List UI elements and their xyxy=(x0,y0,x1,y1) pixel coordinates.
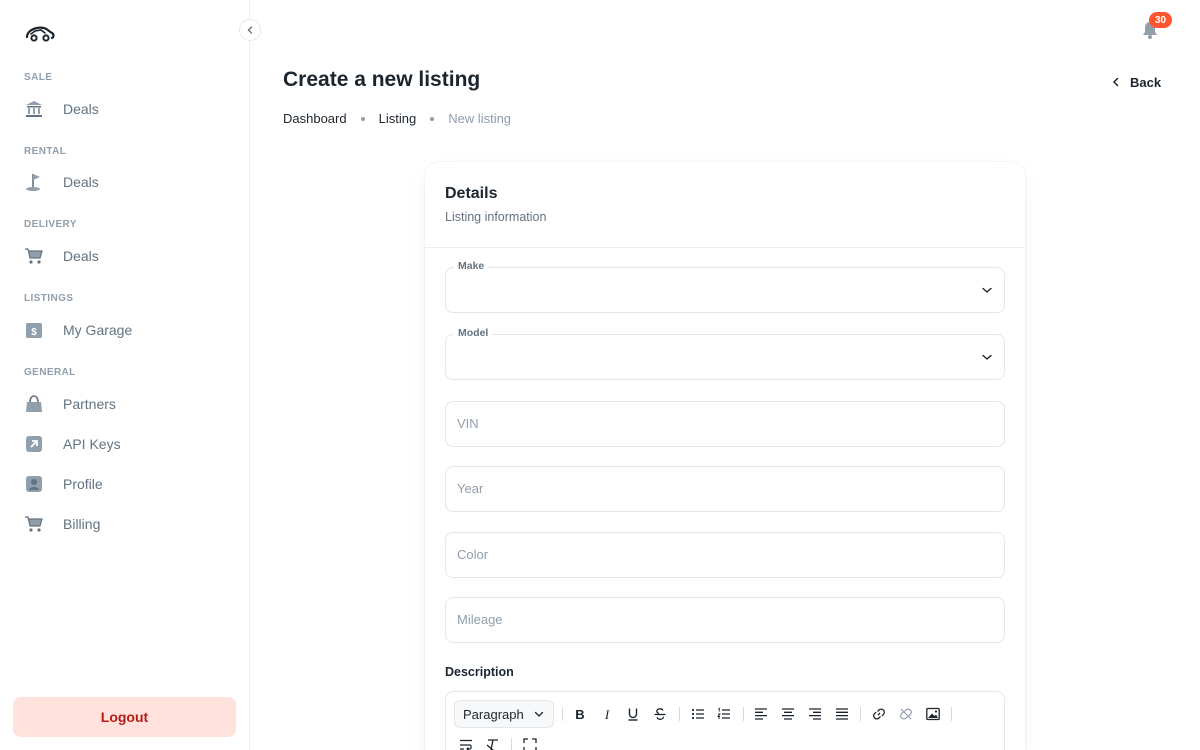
sidebar-item-label: API Keys xyxy=(63,436,121,452)
unlink-icon[interactable] xyxy=(896,704,916,724)
toolbar-separator xyxy=(679,707,680,721)
italic-icon[interactable]: I xyxy=(597,704,617,724)
sidebar-item-billing[interactable]: Billing xyxy=(14,507,236,541)
align-center-icon[interactable] xyxy=(778,704,798,724)
make-select[interactable]: Make xyxy=(445,260,1005,313)
underline-icon[interactable] xyxy=(623,704,643,724)
vin-placeholder: VIN xyxy=(457,416,479,431)
sidebar-item-api-keys[interactable]: API Keys xyxy=(14,427,236,461)
chevron-down-icon xyxy=(982,354,992,360)
year-placeholder: Year xyxy=(457,481,484,496)
breadcrumb: Dashboard Listing New listing xyxy=(283,111,511,126)
color-input[interactable]: Color xyxy=(445,532,1005,578)
section-label-sale: SALE xyxy=(24,72,53,83)
chevron-down-icon xyxy=(982,287,992,293)
cart-icon xyxy=(24,514,44,534)
golf-flag-icon xyxy=(24,172,44,192)
sidebar-item-label: Deals xyxy=(63,101,99,117)
section-label-delivery: DELIVERY xyxy=(24,219,77,230)
sidebar-item-rental-deals[interactable]: Deals xyxy=(14,165,236,199)
svg-text:B: B xyxy=(575,707,584,721)
fullscreen-icon[interactable] xyxy=(520,735,540,750)
page-title: Create a new listing xyxy=(283,68,481,91)
description-editor[interactable]: Paragraph B I xyxy=(445,691,1005,750)
sidebar-item-label: Deals xyxy=(63,248,99,264)
logout-button[interactable]: Logout xyxy=(13,697,236,737)
chevron-left-icon xyxy=(247,26,253,34)
sidebar-item-profile[interactable]: Profile xyxy=(14,467,236,501)
bold-icon[interactable]: B xyxy=(570,704,590,724)
sidebar-item-delivery-deals[interactable]: Deals xyxy=(14,239,236,273)
toolbar-separator xyxy=(511,738,512,750)
block-format-select[interactable]: Paragraph xyxy=(454,700,554,728)
chevron-down-icon xyxy=(534,711,544,717)
image-icon[interactable] xyxy=(923,704,943,724)
breadcrumb-dashboard[interactable]: Dashboard xyxy=(283,111,347,126)
make-label: Make xyxy=(454,260,489,272)
model-select[interactable]: Model xyxy=(445,327,1005,380)
toolbar-separator xyxy=(951,707,952,721)
sidebar-item-my-garage[interactable]: $ My Garage xyxy=(14,313,236,347)
bag-icon xyxy=(24,394,44,414)
sidebar-item-label: Deals xyxy=(63,174,99,190)
link-icon[interactable] xyxy=(869,704,889,724)
section-label-rental: RENTAL xyxy=(24,146,67,157)
bank-icon xyxy=(24,99,44,119)
model-label: Model xyxy=(454,327,493,339)
strikethrough-icon[interactable] xyxy=(650,704,670,724)
breadcrumb-separator xyxy=(430,116,435,121)
card-title: Details xyxy=(445,185,498,202)
notification-badge: 30 xyxy=(1149,12,1172,28)
clear-format-icon[interactable] xyxy=(483,735,503,750)
invoice-icon: $ xyxy=(24,320,44,340)
sidebar: SALE Deals RENTAL Deals DELIVERY Deals L… xyxy=(0,0,250,750)
mileage-input[interactable]: Mileage xyxy=(445,597,1005,643)
align-left-icon[interactable] xyxy=(751,704,771,724)
external-arrow-icon xyxy=(24,434,44,454)
breadcrumb-separator xyxy=(360,116,365,121)
ordered-list-icon[interactable] xyxy=(714,704,734,724)
year-input[interactable]: Year xyxy=(445,466,1005,512)
breadcrumb-new-listing: New listing xyxy=(448,111,512,126)
section-label-general: GENERAL xyxy=(24,367,76,378)
sidebar-item-label: My Garage xyxy=(63,322,133,338)
color-placeholder: Color xyxy=(457,547,489,562)
toolbar-separator xyxy=(860,707,861,721)
sidebar-item-sale-deals[interactable]: Deals xyxy=(14,92,236,126)
collapse-sidebar-button[interactable] xyxy=(239,19,261,41)
section-label-listings: LISTINGS xyxy=(24,293,74,304)
sidebar-item-label: Billing xyxy=(63,516,101,532)
sidebar-item-label: Partners xyxy=(63,396,116,412)
description-label: Description xyxy=(445,665,514,679)
toolbar-separator xyxy=(562,707,563,721)
user-icon xyxy=(24,474,44,494)
details-card: Details Listing information Make Model V… xyxy=(425,162,1025,750)
align-right-icon[interactable] xyxy=(805,704,825,724)
car-logo-icon[interactable] xyxy=(24,22,56,44)
breadcrumb-listing[interactable]: Listing xyxy=(379,111,417,126)
vin-input[interactable]: VIN xyxy=(445,401,1005,447)
card-subtitle: Listing information xyxy=(445,210,547,224)
bullet-list-icon[interactable] xyxy=(688,704,708,724)
chevron-left-icon xyxy=(1112,77,1119,87)
back-button[interactable]: Back xyxy=(1110,71,1161,93)
sidebar-item-label: Profile xyxy=(63,476,103,492)
mileage-placeholder: Mileage xyxy=(457,612,503,627)
cart-icon xyxy=(24,246,44,266)
sidebar-item-partners[interactable]: Partners xyxy=(14,387,236,421)
block-format-value: Paragraph xyxy=(463,706,524,722)
svg-text:I: I xyxy=(604,707,610,721)
card-divider xyxy=(425,247,1025,248)
back-label: Back xyxy=(1130,74,1162,90)
toolbar-separator xyxy=(743,707,744,721)
svg-text:$: $ xyxy=(31,327,37,338)
align-justify-icon[interactable] xyxy=(832,704,852,724)
text-wrap-icon[interactable] xyxy=(456,735,476,750)
